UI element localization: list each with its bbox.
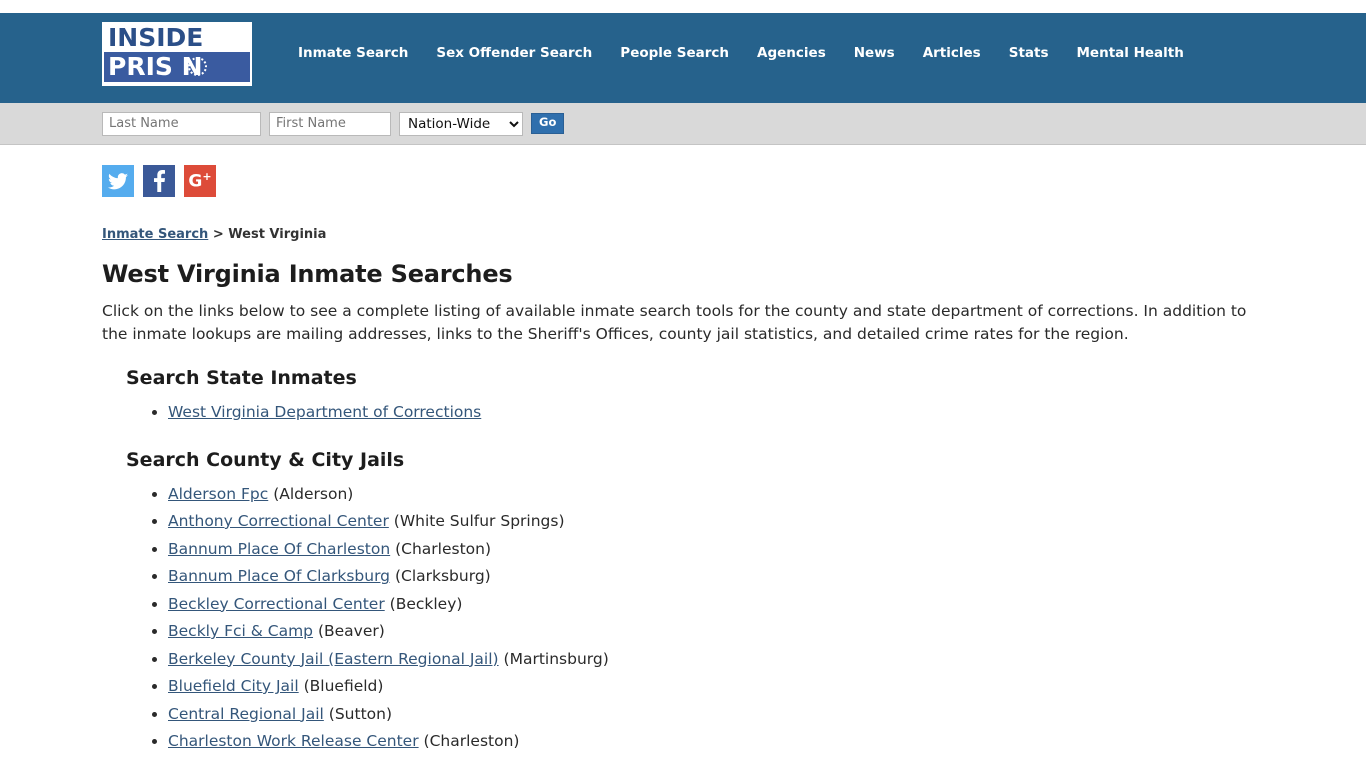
facility-city: (White Sulfur Springs)	[393, 512, 565, 530]
facility-link[interactable]: Bluefield City Jail	[168, 677, 299, 695]
facility-link[interactable]: Charleston Work Release Center	[168, 732, 419, 750]
list-item: Bannum Place Of Charleston (Charleston)	[168, 536, 1266, 564]
page-content: G+ Inmate Search > West Virginia West Vi…	[0, 145, 1366, 756]
googleplus-icon: G+	[188, 170, 212, 192]
site-header: INSIDE PRIS N Inmate Search Sex Offender…	[0, 13, 1366, 103]
logo-text-prison: PRIS N	[104, 52, 250, 82]
list-item: Beckley Correctional Center (Beckley)	[168, 591, 1266, 619]
state-section-heading: Search State Inmates	[126, 367, 357, 389]
facility-city: (Sutton)	[328, 704, 392, 723]
googleplus-share-button[interactable]: G+	[184, 165, 216, 197]
intro-paragraph: Click on the links below to see a comple…	[102, 302, 1247, 343]
facility-city: (Charleston)	[423, 732, 520, 750]
facility-link[interactable]: Central Regional Jail	[168, 705, 324, 723]
county-jail-list: Alderson Fpc (Alderson) Anthony Correcti…	[102, 481, 1266, 756]
main-navigation: Inmate Search Sex Offender Search People…	[284, 22, 1198, 86]
breadcrumb-current: West Virginia	[228, 227, 327, 242]
facility-link[interactable]: West Virginia Department of Corrections	[168, 403, 481, 421]
last-name-input[interactable]	[102, 111, 261, 136]
county-section-heading: Search County & City Jails	[126, 448, 405, 471]
list-item: Central Regional Jail (Sutton)	[168, 701, 1266, 729]
state-inmate-list: West Virginia Department of Corrections	[102, 399, 1266, 427]
facility-city: (Beaver)	[317, 622, 385, 640]
facility-city: (Beckley)	[389, 594, 463, 613]
facility-city: (Martinsburg)	[503, 649, 609, 668]
list-item: West Virginia Department of Corrections	[168, 399, 1266, 427]
list-item: Bannum Place Of Clarksburg (Clarksburg)	[168, 563, 1266, 591]
facility-city: (Charleston)	[395, 539, 492, 558]
facility-link[interactable]: Anthony Correctional Center	[168, 512, 389, 530]
facility-link[interactable]: Beckley Correctional Center	[168, 595, 385, 613]
list-item: Anthony Correctional Center (White Sulfu…	[168, 508, 1266, 536]
logo-text-inside: INSIDE	[104, 24, 250, 52]
breadcrumb-link-inmate-search[interactable]: Inmate Search	[102, 227, 208, 242]
page-title: West Virginia Inmate Searches	[102, 260, 513, 288]
facility-link[interactable]: Alderson Fpc	[168, 485, 268, 503]
breadcrumb: Inmate Search > West Virginia	[102, 211, 1266, 246]
search-scope-select[interactable]: Nation-Wide	[399, 111, 523, 136]
list-item: Bluefield City Jail (Bluefield)	[168, 673, 1266, 701]
social-share-row: G+	[102, 145, 1266, 211]
nav-item-inmate-search[interactable]: Inmate Search	[284, 47, 422, 61]
twitter-icon	[108, 172, 128, 189]
barbed-wire-circle-icon	[188, 57, 207, 76]
county-city-jails-section: Search County & City Jails Alderson Fpc …	[102, 449, 1266, 756]
nav-item-agencies[interactable]: Agencies	[743, 47, 840, 61]
facility-link[interactable]: Beckly Fci & Camp	[168, 622, 313, 640]
site-logo[interactable]: INSIDE PRIS N	[102, 22, 252, 86]
list-item: Berkeley County Jail (Eastern Regional J…	[168, 646, 1266, 674]
breadcrumb-separator: >	[212, 227, 224, 242]
nav-item-articles[interactable]: Articles	[909, 47, 995, 61]
nav-item-people-search[interactable]: People Search	[606, 47, 743, 61]
nav-item-stats[interactable]: Stats	[995, 47, 1063, 61]
list-item: Charleston Work Release Center (Charlest…	[168, 728, 1266, 756]
facility-city: (Bluefield)	[303, 677, 384, 695]
facebook-icon	[153, 170, 165, 192]
nav-item-mental-health[interactable]: Mental Health	[1063, 47, 1198, 61]
facility-link[interactable]: Berkeley County Jail (Eastern Regional J…	[168, 650, 499, 668]
facility-city: (Clarksburg)	[394, 567, 491, 585]
facility-link[interactable]: Bannum Place Of Clarksburg	[168, 567, 390, 585]
list-item: Alderson Fpc (Alderson)	[168, 481, 1266, 509]
facebook-share-button[interactable]	[143, 165, 175, 197]
state-inmates-section: Search State Inmates West Virginia Depar…	[102, 367, 1266, 427]
nav-item-sex-offender-search[interactable]: Sex Offender Search	[422, 47, 606, 61]
twitter-share-button[interactable]	[102, 165, 134, 197]
first-name-input[interactable]	[269, 111, 391, 136]
go-button[interactable]: Go	[531, 113, 565, 134]
facility-city: (Alderson)	[273, 484, 354, 503]
facility-link[interactable]: Bannum Place Of Charleston	[168, 540, 390, 558]
list-item: Beckly Fci & Camp (Beaver)	[168, 618, 1266, 646]
top-white-strip	[0, 0, 1366, 13]
inmate-search-bar: Nation-Wide Go	[0, 103, 1366, 145]
nav-item-news[interactable]: News	[840, 47, 909, 61]
